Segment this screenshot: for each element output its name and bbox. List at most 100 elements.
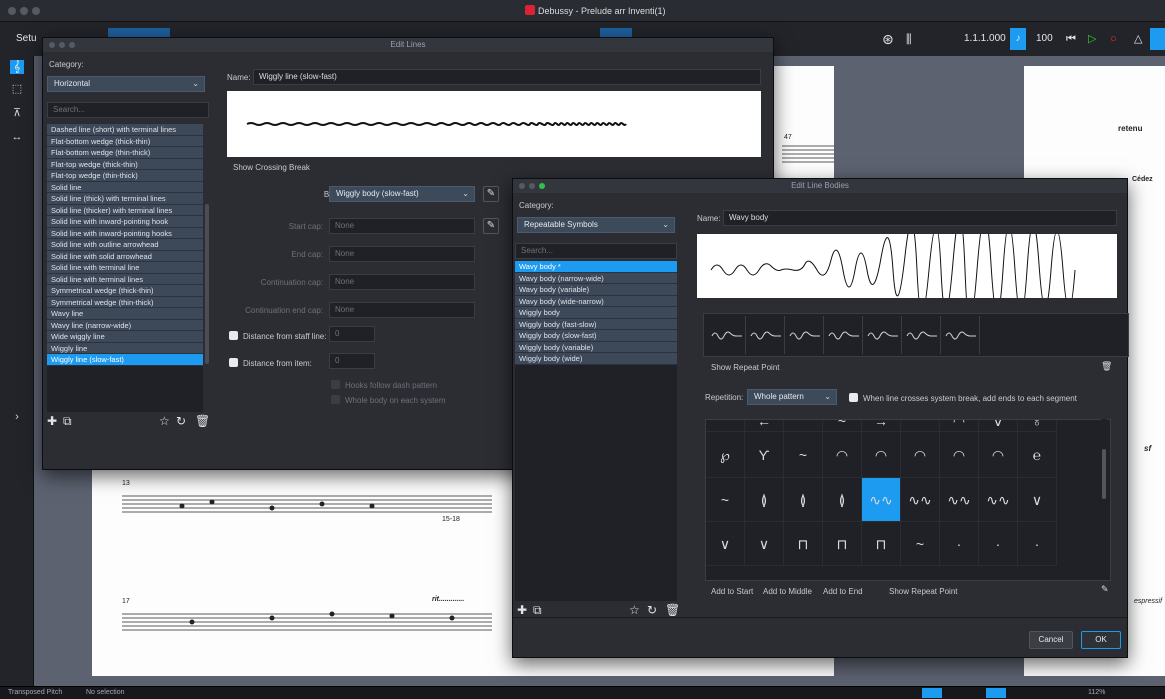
crosses-break-checkbox[interactable]: When line crosses system break, add ends… xyxy=(849,393,1077,403)
spacing-icon[interactable]: ↔ xyxy=(10,130,24,144)
glyph-cell[interactable]: ∨ xyxy=(745,522,784,566)
list-item[interactable]: Wiggly body (slow-fast) xyxy=(515,330,677,342)
checkbox[interactable] xyxy=(229,358,238,367)
cancel-button[interactable]: Cancel xyxy=(1029,631,1073,649)
glyph-cell[interactable]: ∿∿ xyxy=(979,478,1018,522)
pattern-strip[interactable] xyxy=(703,313,1129,357)
pattern-segment[interactable] xyxy=(825,316,863,354)
pattern-segment[interactable] xyxy=(747,316,785,354)
add-icon[interactable]: ✚ xyxy=(47,414,57,428)
glyph-cell[interactable]: ~ xyxy=(901,522,940,566)
glyph-cell[interactable]: → xyxy=(862,420,901,432)
start-cap-field[interactable]: None xyxy=(329,218,475,234)
list-item[interactable]: Solid line xyxy=(47,181,203,193)
duplicate-icon[interactable]: ⧉ xyxy=(533,603,542,618)
show-repeat-point-bottom[interactable]: Show Repeat Point xyxy=(889,587,958,596)
edit-pencil-icon[interactable]: ✎ xyxy=(1101,584,1109,595)
glyph-cell[interactable]: ∿∿ xyxy=(862,478,901,522)
list-item[interactable]: Flat-bottom wedge (thick-thin) xyxy=(47,135,203,147)
dialog-window-controls[interactable] xyxy=(519,182,549,191)
glyph-cell[interactable]: ~ xyxy=(706,478,745,522)
list-item[interactable]: Solid line with inward-pointing hooks xyxy=(47,227,203,239)
record-icon[interactable]: ○ xyxy=(1104,28,1123,50)
list-item[interactable]: Wavy body (wide-narrow) xyxy=(515,295,677,307)
glyph-cell[interactable]: ℮ xyxy=(1018,432,1057,478)
engrave-mode-icon[interactable]: 𝄞 xyxy=(10,60,24,74)
pattern-segment[interactable] xyxy=(786,316,824,354)
list-item[interactable]: Wiggly body (variable) xyxy=(515,341,677,353)
list-item[interactable]: Symmetrical wedge (thick-thin) xyxy=(47,285,203,297)
glyph-cell[interactable]: ϒ xyxy=(745,432,784,478)
frame-icon[interactable]: ⬚ xyxy=(10,82,24,96)
add-icon[interactable]: ✚ xyxy=(517,603,527,617)
glyph-cell[interactable]: ∿∿ xyxy=(901,478,940,522)
list-item[interactable]: Solid line (thick) with terminal lines xyxy=(47,193,203,205)
delete-icon[interactable]: 🗑 xyxy=(195,414,210,428)
glyph-cell[interactable]: ⌒ xyxy=(784,420,823,432)
search-input[interactable]: Search... xyxy=(47,102,209,118)
list-item[interactable]: Flat-top wedge (thick-thin) xyxy=(47,158,203,170)
faders-icon[interactable]: ⫼ xyxy=(900,28,918,50)
glyph-cell[interactable]: ◠ xyxy=(979,432,1018,478)
glyph-cell[interactable]: ℘ xyxy=(706,432,745,478)
rewind-icon[interactable]: ⏮ xyxy=(1060,28,1082,50)
ok-button[interactable]: OK xyxy=(1081,631,1121,649)
reset-icon[interactable]: ↻ xyxy=(176,414,186,428)
view-mode-icon[interactable] xyxy=(922,688,942,698)
glyph-cell[interactable]: ~ xyxy=(784,432,823,478)
glyph-scroll-thumb[interactable] xyxy=(1102,449,1106,499)
name-field[interactable]: Wiggly line (slow-fast) xyxy=(253,69,761,85)
list-item[interactable]: Wide wiggly line xyxy=(47,331,203,343)
glyph-cell[interactable]: · xyxy=(979,522,1018,566)
edit-body-pencil-icon[interactable]: ✎ xyxy=(483,186,499,202)
show-repeat-point[interactable]: Show Repeat Point xyxy=(711,363,780,372)
whole-body-checkbox[interactable]: Whole body on each system xyxy=(331,395,446,405)
duplicate-icon[interactable]: ⧉ xyxy=(63,414,72,429)
glyph-cell[interactable]: ∿∿ xyxy=(940,478,979,522)
glyph-cell[interactable]: ⊓ xyxy=(862,522,901,566)
checkbox[interactable] xyxy=(849,393,858,402)
delete-pattern-icon[interactable]: 🗑 xyxy=(1101,361,1112,372)
dialog-window-controls[interactable] xyxy=(49,41,79,50)
distance-item-field[interactable]: 0 xyxy=(329,353,375,369)
end-cap-field[interactable]: None xyxy=(329,246,475,262)
glyph-cell[interactable]: ⌒ xyxy=(706,420,745,432)
play-icon[interactable]: ▷ xyxy=(1082,28,1102,50)
body-style-select[interactable]: Wiggly body (slow-fast) ⌄ xyxy=(329,186,475,202)
category-select[interactable]: Horizontal ⌄ xyxy=(47,76,205,92)
list-item[interactable]: Wavy line (narrow-wide) xyxy=(47,319,203,331)
list-item[interactable]: Flat-top wedge (thin-thick) xyxy=(47,170,203,182)
add-to-start[interactable]: Add to Start xyxy=(711,587,753,596)
pattern-segment[interactable] xyxy=(708,316,746,354)
star-icon[interactable]: ☆ xyxy=(629,603,640,617)
graphic-icon[interactable]: ⊼ xyxy=(10,106,24,120)
glyph-cell[interactable]: ≬ xyxy=(745,478,784,522)
list-item[interactable]: Wiggly body (wide) xyxy=(515,353,677,365)
list-item[interactable]: Solid line with terminal line xyxy=(47,262,203,274)
distance-staff-field[interactable]: 0 xyxy=(329,326,375,342)
glyph-cell[interactable]: · xyxy=(1018,522,1057,566)
glyph-cell[interactable]: ◠ xyxy=(901,432,940,478)
mixer-icon[interactable]: ⊛ xyxy=(876,28,900,50)
list-item[interactable]: Wiggly body (fast-slow) xyxy=(515,318,677,330)
add-to-end[interactable]: Add to End xyxy=(823,587,863,596)
glyph-cell[interactable]: ∨ xyxy=(706,522,745,566)
search-input[interactable]: Search... xyxy=(515,243,677,259)
glyph-cell[interactable]: ◠ xyxy=(862,432,901,478)
glyph-cell[interactable]: ⊓ xyxy=(784,522,823,566)
glyph-cell[interactable]: ∨ xyxy=(1018,478,1057,522)
pattern-segment[interactable] xyxy=(903,316,941,354)
glyph-cell[interactable]: ≬ xyxy=(784,478,823,522)
checkbox[interactable] xyxy=(331,395,340,404)
glyph-cell[interactable]: ⊓ xyxy=(823,522,862,566)
transposed-pitch-status[interactable]: Transposed Pitch xyxy=(8,689,62,696)
list-item[interactable]: Dashed line (short) with terminal lines xyxy=(47,124,203,136)
pattern-segment[interactable] xyxy=(864,316,902,354)
glyph-cell[interactable]: ◠ xyxy=(940,432,979,478)
window-controls[interactable] xyxy=(8,7,44,17)
list-item[interactable]: Wiggly body xyxy=(515,307,677,319)
continuation-cap-field[interactable]: None xyxy=(329,274,475,290)
list-item[interactable]: Wiggly line (slow-fast) xyxy=(47,354,203,366)
list-item[interactable]: Flat-bottom wedge (thin-thick) xyxy=(47,147,203,159)
star-icon[interactable]: ☆ xyxy=(159,414,170,428)
